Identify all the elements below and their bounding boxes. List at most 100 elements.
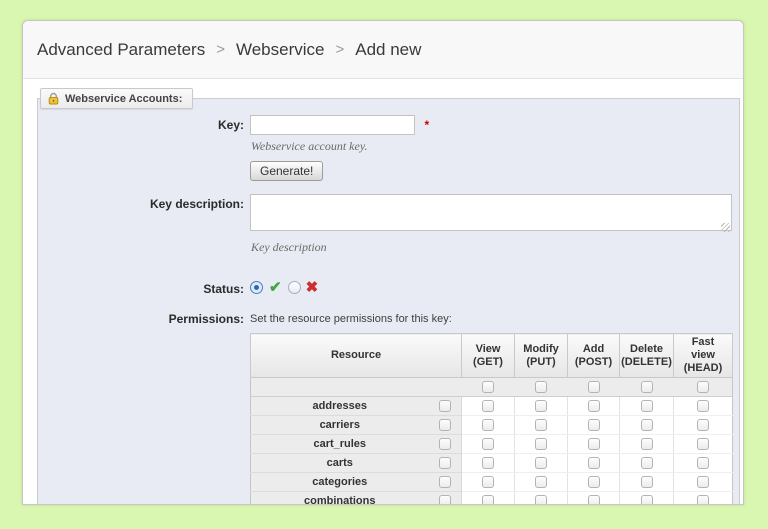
permission-checkbox[interactable]: [535, 438, 548, 451]
resource-name-cell: cart_rules: [250, 434, 429, 454]
permission-checkbox[interactable]: [640, 457, 653, 470]
permission-cell: [567, 453, 620, 473]
permission-cell: [514, 453, 568, 473]
permissions-intro: Set the resource permissions for this ke…: [250, 313, 452, 325]
permission-cell: [673, 472, 733, 492]
permission-cell: [567, 491, 620, 504]
view-get-header-cell: View (GET): [461, 333, 516, 378]
empty-cell: [250, 377, 462, 397]
permission-checkbox[interactable]: [640, 476, 653, 489]
generate-button[interactable]: Generate!: [250, 161, 324, 181]
permission-cell: [514, 396, 568, 416]
permission-checkbox[interactable]: [587, 457, 600, 470]
check-all-cell: [567, 377, 620, 397]
key-label: Key:: [217, 118, 244, 132]
check-all-columns-row: [250, 377, 733, 397]
permission-checkbox[interactable]: [535, 476, 548, 489]
permission-cell: [461, 396, 515, 416]
resource-check-all-checkbox[interactable]: [438, 438, 451, 451]
breadcrumb: Advanced Parameters > Webservice > Add n…: [23, 21, 743, 79]
check-all-cell: [461, 377, 515, 397]
resource-row: combinations: [250, 491, 733, 504]
resource-name-cell: carts: [250, 453, 429, 473]
resource-row: carts: [250, 453, 733, 473]
permission-checkbox[interactable]: [587, 400, 600, 413]
key-hint: Webservice account key.: [251, 139, 368, 153]
resource-check-all-checkbox[interactable]: [438, 457, 451, 470]
permission-checkbox[interactable]: [587, 476, 600, 489]
resource-check-all-cell: [428, 472, 462, 492]
fieldset-legend-label: Webservice Accounts:: [65, 92, 183, 105]
permission-checkbox[interactable]: [587, 495, 600, 504]
permission-checkbox[interactable]: [482, 495, 495, 504]
resource-check-all-checkbox[interactable]: [438, 495, 451, 504]
permission-checkbox[interactable]: [640, 419, 653, 432]
resource-check-all-checkbox[interactable]: [438, 476, 451, 489]
breadcrumb-item-advanced-parameters[interactable]: Advanced Parameters: [37, 40, 205, 60]
key-input[interactable]: [250, 115, 415, 135]
breadcrumb-item-webservice[interactable]: Webservice: [236, 40, 325, 60]
check-all-add-checkbox[interactable]: [587, 381, 600, 394]
check-all-cell: [619, 377, 674, 397]
check-all-view-checkbox[interactable]: [482, 381, 495, 394]
permission-checkbox[interactable]: [697, 400, 710, 413]
key-description-textarea[interactable]: [250, 194, 732, 231]
permission-checkbox[interactable]: [640, 400, 653, 413]
resource-check-all-checkbox[interactable]: [438, 400, 451, 413]
permission-cell: [619, 472, 674, 492]
key-description-row: Key description: Key description: [38, 194, 739, 262]
status-enabled-radio[interactable]: [250, 281, 263, 294]
resource-name-cell: combinations: [250, 491, 429, 504]
resource-check-all-cell: [428, 415, 462, 435]
permission-checkbox[interactable]: [535, 457, 548, 470]
permission-checkbox[interactable]: [640, 495, 653, 504]
permission-cell: [673, 434, 733, 454]
permission-checkbox[interactable]: [640, 438, 653, 451]
permission-cell: [514, 415, 568, 435]
check-all-fastview-checkbox[interactable]: [696, 381, 709, 394]
permission-checkbox[interactable]: [697, 457, 710, 470]
resource-check-all-checkbox[interactable]: [438, 419, 451, 432]
resource-check-all-cell: [428, 434, 462, 454]
add-post-header-cell: Add (POST): [567, 333, 621, 378]
permission-checkbox[interactable]: [482, 457, 495, 470]
lock-icon: [47, 92, 60, 105]
permissions-header-row: Resource View (GET) Modify (PUT) Add (PO…: [249, 333, 734, 378]
permission-checkbox[interactable]: [482, 438, 495, 451]
permission-cell: [567, 472, 620, 492]
permission-checkbox[interactable]: [482, 400, 495, 413]
key-description-hint: Key description: [251, 240, 327, 254]
permission-checkbox[interactable]: [535, 495, 548, 504]
resource-header-cell: Resource: [249, 333, 463, 378]
resource-name-cell: addresses: [250, 396, 429, 416]
required-asterisk: *: [424, 118, 430, 132]
status-row: Status: ✔ ✖: [38, 279, 739, 296]
permission-cell: [619, 396, 674, 416]
check-all-delete-checkbox[interactable]: [640, 381, 653, 394]
check-all-modify-checkbox[interactable]: [535, 381, 548, 394]
cross-icon: ✖: [305, 279, 319, 296]
permission-checkbox[interactable]: [697, 476, 710, 489]
key-description-label: Key description:: [149, 197, 244, 211]
permission-cell: [567, 415, 620, 435]
permission-checkbox[interactable]: [587, 438, 600, 451]
permission-checkbox[interactable]: [697, 438, 710, 451]
permission-checkbox[interactable]: [535, 419, 548, 432]
permission-cell: [567, 396, 620, 416]
permission-checkbox[interactable]: [587, 419, 600, 432]
permission-checkbox[interactable]: [697, 495, 710, 504]
status-disabled-radio[interactable]: [287, 281, 301, 294]
fast-view-head-header-cell: Fast view (HEAD): [673, 333, 734, 378]
delete-delete-header-cell: Delete (DELETE): [619, 333, 675, 378]
permission-cell: [673, 415, 733, 435]
permission-checkbox[interactable]: [482, 419, 495, 432]
permission-checkbox[interactable]: [535, 400, 548, 413]
permission-checkbox[interactable]: [697, 419, 710, 432]
permission-cell: [673, 453, 733, 473]
resource-name-cell: categories: [250, 472, 429, 492]
permission-checkbox[interactable]: [482, 476, 495, 489]
permission-cell: [514, 434, 568, 454]
webservice-accounts-fieldset: Webservice Accounts: Key: * Webservice a…: [37, 88, 740, 504]
permissions-label: Permissions:: [168, 312, 244, 326]
resource-check-all-cell: [428, 491, 462, 504]
